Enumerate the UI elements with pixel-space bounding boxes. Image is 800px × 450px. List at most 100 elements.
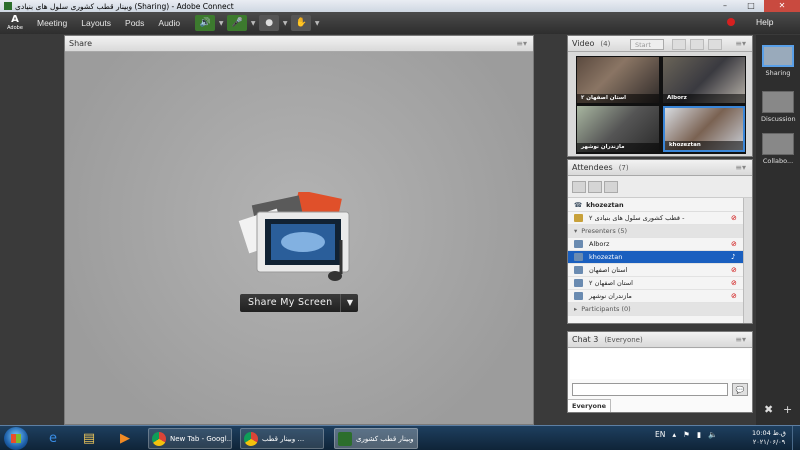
start-button[interactable]	[4, 427, 28, 450]
menu-bar: A Adobe Meeting Layouts Pods Audio 🔊 ▼ 🎤…	[0, 12, 800, 34]
action-center-icon[interactable]: ⚑	[683, 430, 690, 439]
clock-date: ۲۰۲۱/۰۶/۰۹	[752, 438, 786, 446]
clock-time: 10:04 ق.ظ	[752, 429, 786, 437]
attendees-list: ☎ khozeztan قطب کشوری سلول های بنیادی ۲ …	[568, 198, 744, 323]
host-icon	[574, 214, 583, 222]
layout-thumbnail	[762, 45, 794, 67]
filmstrip-view-icon[interactable]	[690, 39, 704, 50]
pod-options-icon[interactable]: ≡▾	[735, 335, 746, 344]
volume-icon[interactable]: 🔈	[708, 430, 717, 439]
start-webcam-button[interactable]: Start	[630, 39, 664, 50]
video-tile-selected[interactable]: khozeztan	[663, 106, 745, 152]
fullscreen-icon[interactable]	[708, 39, 722, 50]
share-pod-title: Share	[69, 39, 93, 48]
network-icon[interactable]: ▮	[697, 430, 701, 439]
speaker-dropdown-icon[interactable]: ▼	[217, 15, 225, 31]
system-tray: EN ▴ ⚑ ▮ 🔈	[655, 430, 717, 439]
layout-sharing[interactable]: Sharing	[761, 45, 795, 77]
maximize-button[interactable]: □	[738, 0, 764, 12]
taskbar-chrome-new-tab[interactable]: New Tab - Googl...	[148, 428, 232, 449]
layout-label: Sharing	[765, 69, 791, 77]
menu-audio[interactable]: Audio	[158, 18, 180, 28]
attendees-pod: Attendees (7) ≡▾ ☎ khozeztan قطب کشوری س…	[567, 159, 753, 324]
share-my-screen-label: Share My Screen	[240, 294, 341, 312]
attendee-row[interactable]: استان اصفهان ⊘	[568, 264, 744, 277]
presenters-group[interactable]: ▾ Presenters (5)	[568, 225, 744, 238]
share-options-dropdown-icon[interactable]: ▼	[340, 294, 359, 312]
breakout-icon[interactable]	[604, 180, 618, 193]
attendees-pod-header: Attendees (7) ≡▾	[568, 160, 752, 176]
record-indicator-icon[interactable]	[727, 18, 735, 26]
presenter-icon	[574, 292, 583, 300]
taskbar-adobe-connect[interactable]: وبینار قطب کشوری	[334, 428, 418, 449]
raise-hand-icon[interactable]: ✋	[291, 15, 312, 31]
chat-scope: (Everyone)	[604, 335, 643, 344]
windows-taskbar: e ▤ ▶ New Tab - Googl... وبینار قطب ... …	[0, 425, 800, 450]
speaker-icon[interactable]: 🔊	[195, 15, 216, 31]
mic-muted-icon: ⊘	[731, 214, 737, 222]
share-my-screen-button[interactable]: Share My Screen ▼	[240, 294, 359, 312]
video-tile-name: مازندران نوشهر	[577, 143, 659, 152]
add-layout-icon[interactable]: +	[783, 403, 792, 416]
participants-group[interactable]: ▸ Participants (0)	[568, 303, 744, 316]
pod-options-icon[interactable]: ≡▾	[735, 39, 746, 48]
status-dropdown-icon[interactable]: ▼	[313, 15, 321, 31]
adobe-logo-text: Adobe	[7, 25, 23, 31]
minimize-button[interactable]: –	[712, 0, 738, 12]
tools-icon[interactable]: ✖	[764, 403, 773, 416]
mic-muted-icon: ⊘	[731, 240, 737, 248]
language-indicator[interactable]: EN	[655, 430, 665, 439]
video-tile[interactable]: Alborz	[663, 57, 745, 103]
layout-thumbnail	[762, 91, 794, 113]
layout-collaboration[interactable]: Collabo...	[761, 133, 795, 165]
webcam-icon[interactable]: ●	[259, 15, 280, 31]
host-row[interactable]: قطب کشوری سلول های بنیادی ۲ - ⊘	[568, 212, 744, 225]
video-tile-name: استان اصفهان ۲	[577, 94, 659, 103]
attendee-row[interactable]: Alborz ⊘	[568, 238, 744, 251]
video-tile[interactable]: مازندران نوشهر	[577, 106, 659, 152]
microphone-icon[interactable]: 🎤	[227, 15, 248, 31]
video-tile-name: Alborz	[663, 94, 745, 103]
video-pod-title: Video	[572, 39, 595, 48]
taskbar-chrome-webinar[interactable]: وبینار قطب ...	[240, 428, 324, 449]
video-count: (4)	[600, 39, 611, 48]
menu-pods[interactable]: Pods	[125, 18, 144, 28]
chat-tab-everyone[interactable]: Everyone	[568, 399, 612, 412]
menu-meeting[interactable]: Meeting	[37, 18, 67, 28]
list-view-icon[interactable]	[572, 180, 586, 193]
attendee-row[interactable]: مازندران نوشهر ⊘	[568, 290, 744, 303]
attendee-row[interactable]: استان اصفهان ۲ ⊘	[568, 277, 744, 290]
show-desktop-button[interactable]	[792, 426, 800, 450]
chrome-icon	[152, 431, 166, 446]
microphone-icon: ♪	[731, 253, 736, 261]
pod-options-icon[interactable]: ≡▾	[735, 163, 746, 172]
layout-discussion[interactable]: Discussion	[761, 91, 796, 123]
presenters-group-label: Presenters (5)	[581, 227, 627, 235]
help-menu[interactable]: Help	[756, 17, 773, 27]
send-message-icon[interactable]: 💬	[732, 383, 748, 396]
pod-options-icon[interactable]: ≡▾	[516, 39, 527, 48]
clock[interactable]: 10:04 ق.ظ ۲۰۲۱/۰۶/۰۹	[752, 429, 786, 447]
attendees-scrollbar[interactable]	[743, 198, 752, 323]
taskbar-task-label: وبینار قطب ...	[262, 434, 305, 443]
current-user-row[interactable]: ☎ khozeztan	[568, 198, 744, 212]
presenter-icon	[574, 266, 583, 274]
chat-input[interactable]	[572, 383, 728, 396]
internet-explorer-icon[interactable]: e	[38, 428, 68, 449]
attendees-toolbar	[568, 176, 752, 198]
presenter-icon	[574, 279, 583, 287]
attendee-name: مازندران نوشهر	[589, 292, 632, 300]
microphone-dropdown-icon[interactable]: ▼	[249, 15, 257, 31]
expand-view-icon[interactable]	[588, 180, 602, 193]
media-player-icon[interactable]: ▶	[110, 428, 140, 449]
video-tile[interactable]: استان اصفهان ۲	[577, 57, 659, 103]
menu-layouts[interactable]: Layouts	[81, 18, 111, 28]
grid-view-icon[interactable]	[672, 39, 686, 50]
tray-arrow-icon[interactable]: ▴	[672, 430, 676, 439]
window-title: وبینار قطب کشوری سلول های بنیادی (Sharin…	[15, 1, 234, 11]
close-window-button[interactable]: ✕	[764, 0, 800, 12]
file-explorer-icon[interactable]: ▤	[74, 428, 104, 449]
attendees-pod-title: Attendees	[572, 163, 613, 172]
attendee-row-selected[interactable]: khozeztan ♪	[568, 251, 744, 264]
webcam-dropdown-icon[interactable]: ▼	[281, 15, 289, 31]
